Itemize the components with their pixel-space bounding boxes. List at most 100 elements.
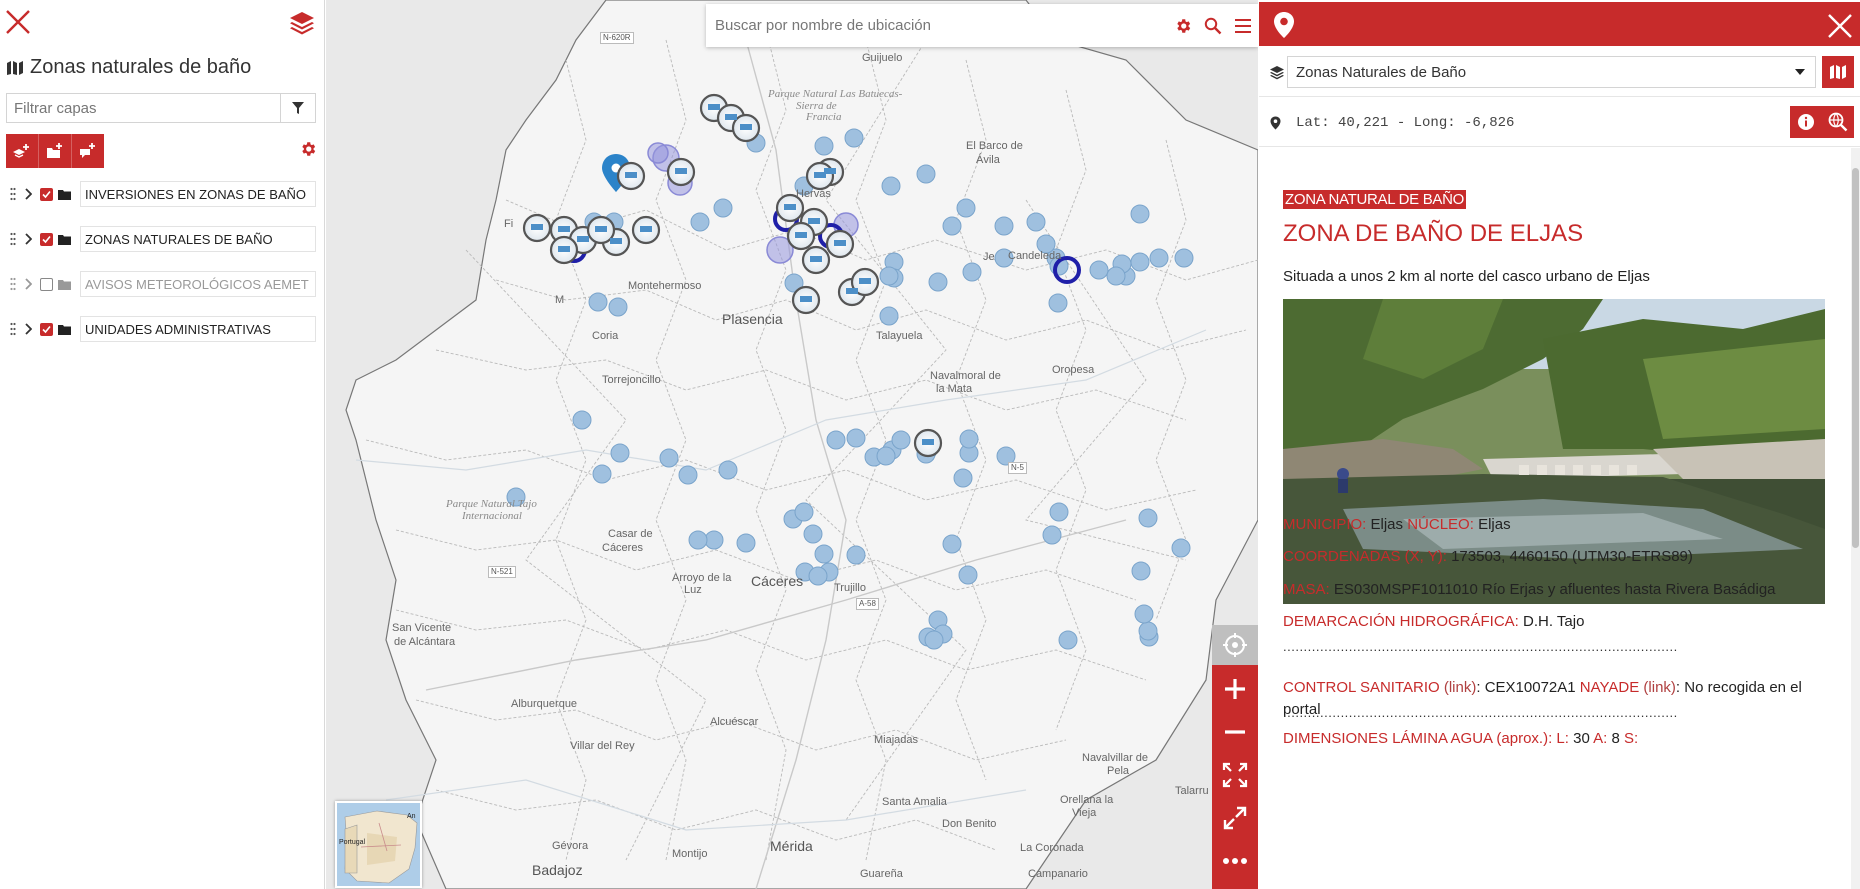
location-marker-button[interactable] xyxy=(1273,11,1295,39)
info-scrollbar[interactable] xyxy=(1851,148,1860,889)
minimap-label: Portugal xyxy=(339,839,366,846)
layer-checkbox[interactable] xyxy=(40,187,53,201)
add-folder-icon xyxy=(47,143,62,158)
layers-toggle-button[interactable] xyxy=(288,10,316,38)
layer-label[interactable]: ZONAS NATURALES DE BAÑO xyxy=(80,226,316,252)
masa-label: MASA: xyxy=(1283,581,1330,598)
info-icon xyxy=(1798,114,1814,130)
ellipsis-icon xyxy=(1223,858,1247,864)
layer-row-unidades: UNIDADES ADMINISTRATIVAS xyxy=(6,316,316,342)
layer-label[interactable]: AVISOS METEOROLÓGICOS AEMET xyxy=(80,271,316,297)
coordenadas-value: 173503, 4460150 (UTM30-ETRS89) xyxy=(1451,548,1693,565)
nucleo-value: Eljas xyxy=(1478,516,1511,533)
geolocate-button[interactable] xyxy=(1212,625,1258,665)
close-panel-button[interactable] xyxy=(4,8,32,36)
masa-value: ES030MSPF1011010 Río Erjas y afluentes h… xyxy=(1333,581,1776,598)
nayade-label: NAYADE xyxy=(1579,679,1640,696)
expand-chevron-icon[interactable] xyxy=(20,274,36,294)
drag-handle-icon[interactable] xyxy=(6,229,20,249)
layer-checkbox[interactable] xyxy=(40,322,53,336)
expand-chevron-icon[interactable] xyxy=(20,184,36,204)
search-settings-button[interactable] xyxy=(1168,11,1198,41)
masa-line: MASA: ES030MSPF1011010 Río Erjas y aflue… xyxy=(1283,579,1823,601)
crosshair-icon xyxy=(1223,633,1247,657)
zoom-in-button[interactable] xyxy=(1212,669,1258,709)
fullscreen-icon xyxy=(1223,806,1247,830)
location-search-input[interactable] xyxy=(706,16,1168,35)
add-service-button[interactable] xyxy=(72,134,104,168)
scroll-thumb[interactable] xyxy=(1852,168,1859,548)
drag-handle-icon[interactable] xyxy=(6,319,20,339)
place-label: Badajoz xyxy=(532,862,583,878)
demarcacion-label: DEMARCACIÓN HIDROGRÁFICA: xyxy=(1283,613,1519,630)
zoom-extent-button[interactable] xyxy=(1212,755,1258,795)
gear-icon xyxy=(302,142,316,156)
add-layer-button[interactable] xyxy=(6,134,39,168)
layer-select-dropdown[interactable]: Zonas Naturales de Baño xyxy=(1287,56,1816,88)
place-label: Hervás xyxy=(796,188,831,200)
funnel-icon xyxy=(292,102,304,114)
info-button[interactable] xyxy=(1790,106,1822,138)
layer-select-value: Zonas Naturales de Baño xyxy=(1296,63,1467,81)
control-link[interactable]: (link) xyxy=(1444,679,1477,696)
road-label: A-58 xyxy=(856,598,879,610)
coordinates-text: Lat: 40,221 - Long: -6,826 xyxy=(1296,115,1515,131)
coordenadas-label: COORDENADAS (X, Y): xyxy=(1283,548,1447,565)
park-label: Francia xyxy=(806,111,842,123)
zone-title: ZONA DE BAÑO DE ELJAS xyxy=(1283,220,1584,247)
park-label: Parque Natural Tajo xyxy=(446,498,537,510)
layer-row-avisos: AVISOS METEOROLÓGICOS AEMET xyxy=(6,271,316,297)
nayade-link[interactable]: (link) xyxy=(1643,679,1676,696)
place-label: Montehermoso xyxy=(628,280,702,292)
place-label: Arroyo de la xyxy=(672,572,732,584)
place-label: Don Benito xyxy=(942,818,997,830)
municipio-line: MUNICIPIO: Eljas NÚCLEO: Eljas xyxy=(1283,514,1823,536)
layer-row-inversiones: INVERSIONES EN ZONAS DE BAÑO xyxy=(6,181,316,207)
road-label: N-521 xyxy=(488,566,516,578)
zoom-to-feature-button[interactable] xyxy=(1822,106,1854,138)
place-label: Miajadas xyxy=(874,734,919,746)
place-label: Talarru xyxy=(1175,785,1209,797)
add-folder-button[interactable] xyxy=(39,134,72,168)
filter-layers-input[interactable] xyxy=(7,94,280,122)
layer-label[interactable]: UNIDADES ADMINISTRATIVAS xyxy=(80,316,316,342)
drag-handle-icon[interactable] xyxy=(6,184,20,204)
fullscreen-button[interactable] xyxy=(1212,798,1258,838)
zoom-out-button[interactable] xyxy=(1212,712,1258,752)
expand-chevron-icon[interactable] xyxy=(20,229,36,249)
close-info-button[interactable] xyxy=(1827,13,1853,39)
drag-handle-icon[interactable] xyxy=(6,274,20,294)
feature-info-panel: Zonas Naturales de Baño Lat: 40,221 - Lo… xyxy=(1259,0,1860,889)
location-search-bar xyxy=(706,4,1258,47)
dimensiones-label: DIMENSIONES LÁMINA AGUA (aprox.): xyxy=(1283,730,1553,747)
filter-button[interactable] xyxy=(280,94,315,122)
place-label: Casar de xyxy=(608,528,653,540)
place-label: la Mata xyxy=(936,383,973,395)
control-value: CEX10072A1 xyxy=(1484,679,1576,696)
place-label: Gévora xyxy=(552,840,589,852)
nucleo-label: NÚCLEO: xyxy=(1407,516,1474,533)
panel-settings-button[interactable] xyxy=(299,140,319,160)
more-tools-button[interactable] xyxy=(1212,841,1258,881)
place-label: Mérida xyxy=(770,838,813,854)
map-view[interactable]: Guijuelo El Barco de Ávila Hervás Candel… xyxy=(326,0,1258,889)
layer-label[interactable]: INVERSIONES EN ZONAS DE BAÑO xyxy=(80,181,316,207)
layer-map-button[interactable] xyxy=(1822,56,1854,88)
expand-chevron-icon[interactable] xyxy=(20,319,36,339)
layer-checkbox[interactable] xyxy=(40,277,53,291)
globe-search-icon xyxy=(1828,112,1848,132)
layer-selector-row: Zonas Naturales de Baño xyxy=(1259,50,1860,97)
place-label: Plasencia xyxy=(722,311,783,327)
search-icon xyxy=(1204,17,1222,34)
add-service-icon xyxy=(80,143,95,158)
folder-icon xyxy=(58,233,72,245)
place-label: Je xyxy=(983,251,995,263)
search-button[interactable] xyxy=(1198,11,1228,41)
layer-checkbox[interactable] xyxy=(40,232,53,246)
folder-icon xyxy=(58,278,72,290)
overview-minimap[interactable]: Portugal An xyxy=(335,801,422,888)
menu-button[interactable] xyxy=(1228,11,1258,41)
place-label: Campanario xyxy=(1028,868,1088,880)
place-label: Alcuéscar xyxy=(710,716,759,728)
add-layer-icon xyxy=(13,144,29,158)
